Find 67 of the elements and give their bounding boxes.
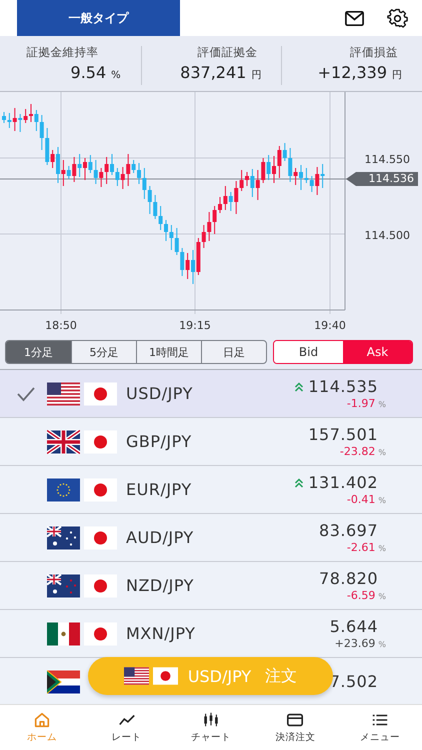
timeframe-tab[interactable]: 5分足 bbox=[71, 341, 136, 363]
currency-pair-row[interactable]: NZD/JPY 78.820 -6.59 % bbox=[0, 562, 422, 610]
za-flag-icon bbox=[47, 670, 80, 694]
jp-flag-icon bbox=[84, 622, 117, 646]
jp-flag-icon bbox=[84, 430, 117, 454]
pair-name: GBP/JPY bbox=[126, 432, 192, 451]
home-icon bbox=[33, 711, 52, 729]
nav-tab[interactable]: メニュー bbox=[338, 705, 422, 750]
pair-price: 114.535 bbox=[308, 377, 378, 396]
card-icon bbox=[286, 711, 304, 729]
nav-tab[interactable]: 決済注文 bbox=[253, 705, 338, 750]
stat-value: 837,241 円 bbox=[180, 63, 262, 82]
pair-name: AUD/JPY bbox=[126, 528, 194, 547]
price-change: -23.82 % bbox=[340, 445, 386, 458]
pair-price: 78.820 bbox=[319, 569, 378, 588]
eu-flag-icon bbox=[47, 478, 80, 502]
price-side-tab[interactable]: Ask bbox=[343, 341, 412, 363]
pair-price: 157.501 bbox=[308, 425, 378, 444]
uk-flag-icon bbox=[47, 430, 80, 454]
pair-price: 83.697 bbox=[319, 521, 378, 540]
pair-name: MXN/JPY bbox=[126, 624, 196, 643]
timeframe-tab[interactable]: 1分足 bbox=[6, 341, 71, 363]
au-flag-icon bbox=[47, 526, 80, 550]
jp-flag-icon bbox=[84, 574, 117, 598]
stat-label: 証拠金維持率 bbox=[26, 45, 99, 60]
pair-name: NZD/JPY bbox=[126, 576, 194, 595]
currency-pair-row[interactable]: MXN/JPY 5.644 +23.69 % bbox=[0, 610, 422, 658]
pair-name: EUR/JPY bbox=[126, 480, 192, 499]
account-type-tab[interactable]: 一般タイプ bbox=[17, 0, 180, 36]
currency-pair-row[interactable]: USD/JPY 114.535 -1.97 % bbox=[0, 370, 422, 418]
price-change: -2.61 % bbox=[346, 541, 386, 554]
stat-value: 9.54 % bbox=[70, 63, 121, 82]
price-change: -0.41 % bbox=[346, 493, 386, 506]
price-side-tab[interactable]: Bid bbox=[274, 341, 343, 363]
candlestick-icon bbox=[202, 711, 220, 729]
price-change: -6.59 % bbox=[346, 589, 386, 602]
nz-flag-icon bbox=[47, 574, 80, 598]
axis-label: 114.500 bbox=[364, 229, 410, 242]
pair-price: 5.644 bbox=[330, 617, 378, 636]
jp-flag-icon bbox=[84, 526, 117, 550]
axis-label: 114.550 bbox=[364, 153, 410, 166]
axis-label: 18:50 bbox=[45, 319, 77, 332]
us-flag-icon bbox=[47, 382, 80, 406]
price-change: -1.97 % bbox=[346, 397, 386, 410]
price-change: +23.69 % bbox=[334, 637, 386, 650]
currency-pair-row[interactable]: AUD/JPY 83.697 -2.61 % bbox=[0, 514, 422, 562]
timeframe-tab[interactable]: 1時間足 bbox=[136, 341, 201, 363]
currency-pair-row[interactable]: EUR/JPY 131.402 -0.41 % bbox=[0, 466, 422, 514]
pair-name: USD/JPY bbox=[126, 384, 193, 403]
stat-label: 評価証拠金 bbox=[197, 45, 258, 60]
nav-tab[interactable]: レート bbox=[84, 705, 169, 750]
us-flag-icon bbox=[124, 667, 149, 685]
timeframe-tab[interactable]: 日足 bbox=[201, 341, 266, 363]
axis-label: 19:40 bbox=[314, 319, 346, 332]
axis-label: 19:15 bbox=[179, 319, 211, 332]
check-icon bbox=[16, 386, 36, 402]
stat-value: +12,339 円 bbox=[318, 63, 402, 82]
jp-flag-icon bbox=[84, 478, 117, 502]
nav-tab[interactable]: チャート bbox=[168, 705, 254, 750]
currency-pair-row[interactable]: GBP/JPY 157.501 -23.82 % bbox=[0, 418, 422, 466]
jp-flag-icon bbox=[152, 667, 178, 685]
stat-label: 評価損益 bbox=[350, 45, 398, 60]
pair-price: 131.402 bbox=[308, 473, 378, 492]
current-price-tag: 114.536 bbox=[346, 172, 418, 186]
jp-flag-icon bbox=[84, 382, 117, 406]
settings-icon[interactable] bbox=[387, 8, 408, 28]
mx-flag-icon bbox=[47, 622, 80, 646]
